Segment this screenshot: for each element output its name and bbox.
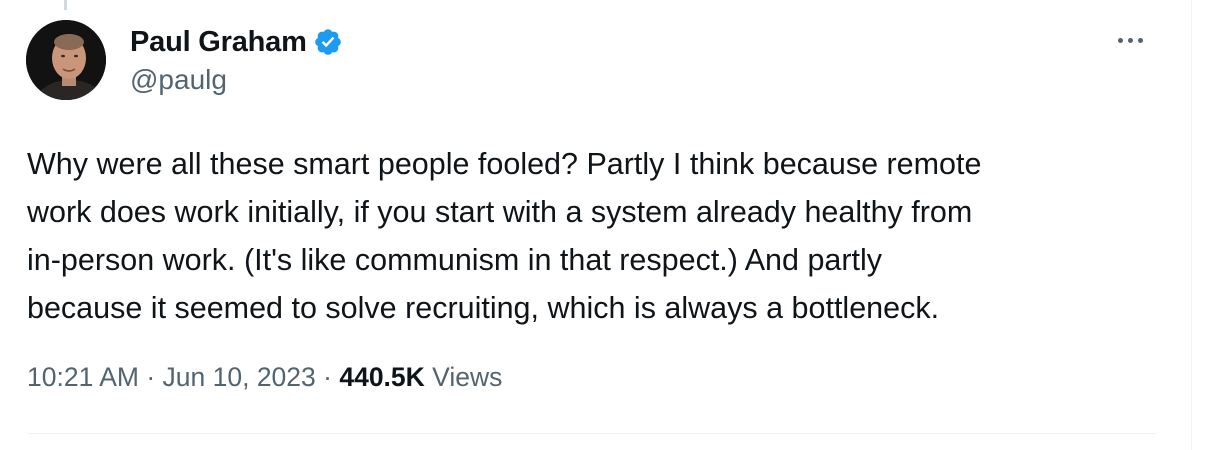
tweet-text-line: Why were all these smart people fooled? … — [27, 147, 982, 181]
tweet-text-line: because it seemed to solve recruiting, w… — [27, 291, 940, 325]
tweet-date[interactable]: Jun 10, 2023 — [163, 362, 316, 392]
meta-separator: · — [315, 362, 340, 392]
avatar[interactable] — [26, 20, 106, 100]
tweet-text-line: in-person work. (It's like communism in … — [27, 243, 883, 277]
column-border — [1191, 0, 1192, 450]
views-count[interactable]: 440.5K — [339, 362, 424, 392]
author-name-row: Paul Graham — [130, 24, 343, 60]
verified-badge-icon[interactable] — [313, 27, 343, 57]
tweet-text: Why were all these smart people fooled? … — [27, 140, 1157, 332]
views-label: Views — [424, 362, 503, 392]
tweet-text-line: work does work initially, if you start w… — [27, 195, 973, 229]
author-handle[interactable]: @paulg — [130, 64, 343, 96]
author-display-name[interactable]: Paul Graham — [130, 26, 307, 59]
meta-separator: · — [138, 362, 163, 392]
divider — [27, 433, 1157, 434]
tweet-time[interactable]: 10:21 AM — [27, 362, 139, 392]
tweet: Paul Graham @paulg Why were all these sm… — [0, 0, 1190, 450]
more-options-icon[interactable] — [1110, 28, 1150, 52]
author-info: Paul Graham @paulg — [130, 24, 343, 96]
profile-photo-icon — [26, 20, 106, 100]
tweet-metadata: 10:21 AM · Jun 10, 2023 · 440.5K Views — [27, 362, 502, 393]
